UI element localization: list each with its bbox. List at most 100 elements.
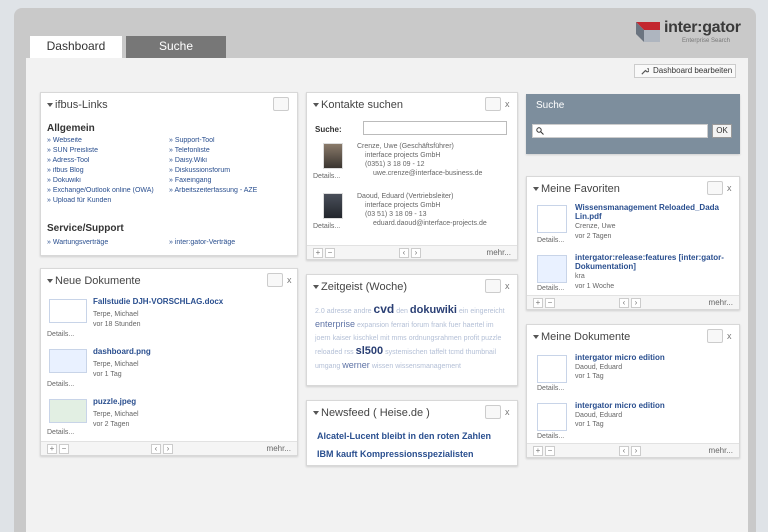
close-icon[interactable]: x	[727, 183, 732, 193]
tag-word[interactable]: cvd	[374, 303, 395, 315]
wrench-icon[interactable]	[707, 329, 723, 343]
tag-word[interactable]: systemischen	[385, 347, 427, 359]
collapse-icon[interactable]	[47, 103, 53, 107]
tag-word[interactable]: kischkel	[353, 333, 378, 345]
collapse-icon[interactable]	[313, 411, 319, 415]
tab-dashboard[interactable]: Dashboard	[30, 36, 122, 58]
fav-details-link[interactable]: Details...	[537, 237, 564, 244]
more-link[interactable]: mehr...	[487, 248, 511, 257]
ifbus-link[interactable]: » SUN Preisliste	[47, 147, 169, 154]
tag-word[interactable]: ein	[459, 306, 468, 318]
wrench-icon[interactable]	[485, 405, 501, 419]
prev-page-icon[interactable]: ‹	[619, 298, 629, 308]
remove-icon[interactable]: −	[325, 248, 335, 258]
wrench-icon[interactable]	[485, 279, 501, 293]
tag-word[interactable]: wissensmanagement	[395, 361, 461, 373]
fav-name[interactable]: Wissensmanagement Reloaded_Dada Lin.pdf	[575, 203, 733, 221]
ifbus-link[interactable]: » Telefonliste	[169, 147, 293, 154]
more-link[interactable]: mehr...	[709, 298, 733, 307]
add-icon[interactable]: +	[533, 446, 543, 456]
ifbus-link[interactable]: » Faxeingang	[169, 177, 293, 184]
tag-word[interactable]: im	[486, 320, 493, 332]
ifbus-link[interactable]: » Support-Tool	[169, 137, 293, 144]
contact-email[interactable]: uwe.crenze@interface-business.de	[373, 170, 482, 177]
collapse-icon[interactable]	[313, 285, 319, 289]
collapse-icon[interactable]	[533, 335, 539, 339]
tag-word[interactable]: kaiser	[333, 333, 352, 345]
doc-name[interactable]: puzzle.jpeg	[93, 397, 136, 406]
next-page-icon[interactable]: ›	[411, 248, 421, 258]
fav-details-link[interactable]: Details...	[537, 285, 564, 292]
ifbus-link[interactable]: » Adress-Tool	[47, 157, 169, 164]
contact-name[interactable]: Daoud, Eduard (Vertriebsleiter)	[357, 193, 454, 200]
tag-word[interactable]: eingereicht	[470, 306, 504, 318]
news-item[interactable]: Alcatel-Lucent bleibt in den roten Zahle…	[317, 431, 491, 441]
doc-name[interactable]: dashboard.png	[93, 347, 151, 356]
doc-details-link[interactable]: Details...	[47, 429, 74, 436]
ifbus-link[interactable]: » Exchange/Outlook online (OWA)	[47, 187, 169, 194]
next-page-icon[interactable]: ›	[631, 298, 641, 308]
global-search-input[interactable]	[532, 124, 708, 138]
collapse-icon[interactable]	[313, 103, 319, 107]
close-icon[interactable]: x	[287, 275, 292, 285]
tag-word[interactable]: werner	[342, 359, 370, 371]
close-icon[interactable]: x	[505, 99, 510, 109]
tag-word[interactable]: fuer	[449, 320, 461, 332]
ifbus-link[interactable]: » Dokuwiki	[47, 177, 169, 184]
close-icon[interactable]: x	[727, 331, 732, 341]
tag-word[interactable]: andre	[354, 306, 372, 318]
service-link[interactable]: » Wartungsverträge	[47, 239, 169, 246]
tab-suche[interactable]: Suche	[126, 36, 226, 58]
edit-dashboard-button[interactable]: Dashboard bearbeiten	[634, 64, 736, 78]
remove-icon[interactable]: −	[545, 298, 555, 308]
fav-name[interactable]: intergator:release:features [inter:gator…	[575, 253, 733, 271]
close-icon[interactable]: x	[505, 407, 510, 417]
more-link[interactable]: mehr...	[709, 446, 733, 455]
doc-details-link[interactable]: Details...	[47, 331, 74, 338]
tag-word[interactable]: 2.0	[315, 306, 325, 318]
tag-word[interactable]: frank	[431, 320, 447, 332]
ifbus-link[interactable]: » Upload für Kunden	[47, 197, 169, 204]
add-icon[interactable]: +	[533, 298, 543, 308]
collapse-icon[interactable]	[47, 279, 53, 283]
contact-email[interactable]: eduard.daoud@interface-projects.de	[373, 220, 503, 227]
collapse-icon[interactable]	[533, 187, 539, 191]
tag-word[interactable]: thumbnail	[466, 347, 496, 359]
tag-word[interactable]: ordnungsrahmen	[409, 333, 462, 345]
tag-word[interactable]: puzzle	[481, 333, 501, 345]
contact-name[interactable]: Crenze, Uwe (Geschäftsführer)	[357, 143, 454, 150]
ifbus-link[interactable]: » Daisy.Wiki	[169, 157, 293, 164]
wrench-icon[interactable]	[707, 181, 723, 195]
doc-details-link[interactable]: Details...	[537, 433, 564, 440]
doc-details-link[interactable]: Details...	[537, 385, 564, 392]
prev-page-icon[interactable]: ‹	[399, 248, 409, 258]
tag-word[interactable]: joern	[315, 333, 331, 345]
tag-word[interactable]: taffelt	[430, 347, 447, 359]
close-icon[interactable]: x	[505, 281, 510, 291]
ifbus-link[interactable]: » ifbus Blog	[47, 167, 169, 174]
tag-word[interactable]: rss	[344, 347, 353, 359]
prev-page-icon[interactable]: ‹	[619, 446, 629, 456]
doc-name[interactable]: intergator micro edition	[575, 353, 665, 362]
tag-word[interactable]: expansion	[357, 320, 389, 332]
ifbus-link[interactable]: » Webseite	[47, 137, 169, 144]
tag-word[interactable]: mms	[392, 333, 407, 345]
next-page-icon[interactable]: ›	[631, 446, 641, 456]
tag-word[interactable]: forum	[411, 320, 429, 332]
next-page-icon[interactable]: ›	[163, 444, 173, 454]
tag-word[interactable]: ferrari	[391, 320, 409, 332]
contact-search-input[interactable]	[363, 121, 507, 135]
tag-word[interactable]: sl500	[356, 345, 384, 357]
more-link[interactable]: mehr...	[267, 444, 291, 453]
service-link[interactable]: » inter:gator-Verträge	[169, 239, 293, 246]
ok-button[interactable]: OK	[712, 124, 732, 138]
wrench-icon[interactable]	[267, 273, 283, 287]
tag-word[interactable]: reloaded	[315, 347, 342, 359]
add-icon[interactable]: +	[313, 248, 323, 258]
tag-word[interactable]: enterprise	[315, 318, 355, 330]
contact-details-link[interactable]: Details...	[313, 223, 340, 230]
tag-word[interactable]: umgang	[315, 361, 340, 373]
tag-word[interactable]: profit	[464, 333, 480, 345]
doc-name[interactable]: Fallstudie DJH-VORSCHLAG.docx	[93, 297, 223, 306]
tag-word[interactable]: haertel	[463, 320, 484, 332]
